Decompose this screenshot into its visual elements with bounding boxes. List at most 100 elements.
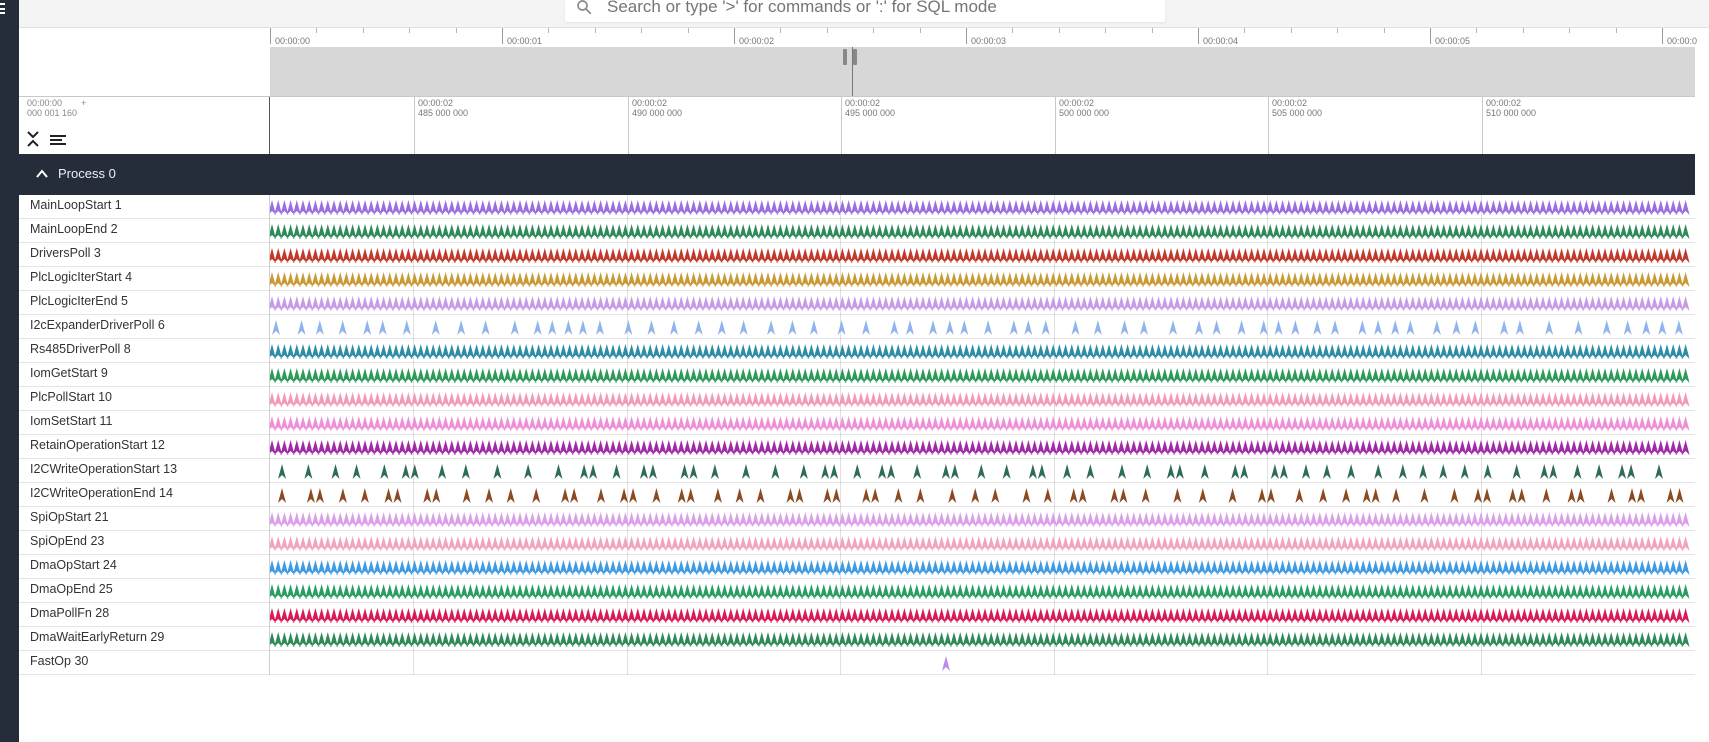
track-events bbox=[278, 488, 1684, 503]
overview-major-tick bbox=[1662, 28, 1663, 44]
event-markers[interactable] bbox=[270, 608, 1690, 623]
tracks-canvas bbox=[270, 200, 1690, 671]
track-label: IomSetStart 11 bbox=[30, 414, 113, 428]
search-icon bbox=[577, 0, 592, 15]
overview-tick-label: 00:00:02 bbox=[739, 36, 775, 46]
overview-window-handle-left[interactable] bbox=[843, 49, 847, 65]
detail-tick-label-line1: 00:00:02 bbox=[845, 98, 881, 108]
sort-lines-icon[interactable] bbox=[49, 134, 67, 146]
overview-tick-label: 00:00:04 bbox=[1203, 36, 1239, 46]
detail-tick-label-line1: 00:00:02 bbox=[632, 98, 668, 108]
event-markers[interactable] bbox=[270, 224, 1690, 239]
track-label: RetainOperationStart 12 bbox=[30, 438, 165, 452]
overview-major-tick bbox=[1198, 28, 1199, 44]
event-markers[interactable] bbox=[272, 320, 1683, 335]
detail-tick-line bbox=[1268, 97, 1269, 154]
track-events bbox=[270, 224, 1690, 239]
track-label: DmaPollFn 28 bbox=[30, 606, 110, 620]
overview-minor-tick bbox=[1476, 28, 1478, 33]
track-label: DmaOpStart 24 bbox=[30, 558, 117, 572]
overview-major-tick bbox=[502, 28, 503, 44]
overview-minor-tick bbox=[1290, 28, 1292, 33]
search-input[interactable] bbox=[607, 0, 1127, 17]
detail-tick-line bbox=[414, 97, 415, 154]
track-events bbox=[278, 464, 1663, 479]
event-markers[interactable] bbox=[270, 416, 1690, 431]
overview-minor-tick bbox=[409, 28, 411, 33]
event-markers[interactable] bbox=[270, 584, 1690, 599]
detail-time-axis: 00:00:02 485 000 000 00:00:02 490 000 000 00… bbox=[269, 97, 1696, 154]
sidebar-strip bbox=[0, 0, 19, 742]
overview-tick-label: 00:00:01 bbox=[507, 36, 543, 46]
overview-minor-tick bbox=[594, 28, 596, 33]
track-events bbox=[270, 632, 1690, 647]
track-label: I2CWriteOperationStart 13 bbox=[30, 462, 178, 476]
detail-tick-label: 00:00:02 495 000 000 bbox=[845, 98, 895, 118]
overview-tick-label: 00:00:05 bbox=[1435, 36, 1471, 46]
track-events bbox=[270, 200, 1690, 215]
overview-minor-tick bbox=[548, 28, 550, 33]
detail-tick-label-line2: 485 000 000 bbox=[418, 108, 469, 118]
event-markers[interactable] bbox=[270, 536, 1690, 551]
overview-track[interactable] bbox=[270, 47, 1695, 96]
event-markers[interactable] bbox=[278, 488, 1684, 503]
event-markers[interactable] bbox=[270, 248, 1690, 263]
overview-minor-tick bbox=[1012, 28, 1014, 33]
overview-tick-label: 00:00:00 bbox=[275, 36, 311, 46]
detail-tick-label-line2: 500 000 000 bbox=[1059, 108, 1110, 118]
track-label: Rs485DriverPoll 8 bbox=[30, 342, 131, 356]
event-markers[interactable] bbox=[942, 656, 950, 671]
track-label: PlcLogicIterStart 4 bbox=[30, 270, 133, 284]
overview-window-handle-right[interactable] bbox=[853, 49, 857, 65]
detail-tick-label: 00:00:02 485 000 000 bbox=[418, 98, 468, 118]
event-markers[interactable] bbox=[270, 296, 1690, 311]
event-markers[interactable] bbox=[270, 368, 1690, 383]
process-group-header[interactable]: Process 0 bbox=[19, 154, 1695, 195]
event-markers[interactable] bbox=[270, 632, 1690, 647]
detail-tick-label: 00:00:02 505 000 000 bbox=[1272, 98, 1322, 118]
event-markers[interactable] bbox=[270, 200, 1690, 215]
event-markers[interactable] bbox=[270, 512, 1690, 527]
track-events bbox=[272, 320, 1683, 335]
overview-tick-label: 00:00:0 bbox=[1667, 36, 1698, 46]
event-markers[interactable] bbox=[270, 560, 1690, 575]
overview-major-tick bbox=[1430, 28, 1431, 44]
detail-tick-label-line2: 505 000 000 bbox=[1272, 108, 1323, 118]
track-events bbox=[270, 416, 1690, 431]
track-events bbox=[270, 392, 1690, 407]
track-events bbox=[270, 344, 1690, 359]
track-events bbox=[270, 368, 1690, 383]
omnibox[interactable] bbox=[565, 0, 1165, 22]
overview-minor-tick bbox=[687, 28, 689, 33]
overview-minor-tick bbox=[1615, 28, 1617, 33]
detail-tick-label-line1: 00:00:02 bbox=[1486, 98, 1522, 108]
detail-tick-label-line2: 510 000 000 bbox=[1486, 108, 1537, 118]
collapse-all-icon[interactable] bbox=[25, 130, 41, 148]
detail-tick-label-line2: 495 000 000 bbox=[845, 108, 896, 118]
overview-minor-tick bbox=[1244, 28, 1246, 33]
track-events bbox=[942, 656, 950, 671]
menu-icon[interactable] bbox=[0, 0, 5, 17]
overview-minor-tick bbox=[316, 28, 318, 33]
overview-major-tick bbox=[734, 28, 735, 44]
track-events bbox=[270, 584, 1690, 599]
chevron-up-icon[interactable] bbox=[36, 168, 48, 180]
track-events bbox=[270, 608, 1690, 623]
overview-minor-tick bbox=[1522, 28, 1524, 33]
event-markers[interactable] bbox=[270, 440, 1690, 455]
event-markers[interactable] bbox=[270, 272, 1690, 287]
overview-major-tick bbox=[966, 28, 967, 44]
overview-minor-tick bbox=[873, 28, 875, 33]
overview-window-line bbox=[852, 47, 853, 96]
track-events bbox=[270, 536, 1690, 551]
track-events bbox=[270, 512, 1690, 527]
overview-minor-tick bbox=[780, 28, 782, 33]
track-label: MainLoopEnd 2 bbox=[30, 222, 118, 236]
track-label: FastOp 30 bbox=[30, 654, 89, 668]
event-markers[interactable] bbox=[270, 392, 1690, 407]
event-markers[interactable] bbox=[270, 344, 1690, 359]
offset-plus: + bbox=[81, 98, 87, 108]
event-markers[interactable] bbox=[278, 464, 1663, 479]
overview-minor-tick bbox=[1383, 28, 1385, 33]
track-events bbox=[270, 560, 1690, 575]
